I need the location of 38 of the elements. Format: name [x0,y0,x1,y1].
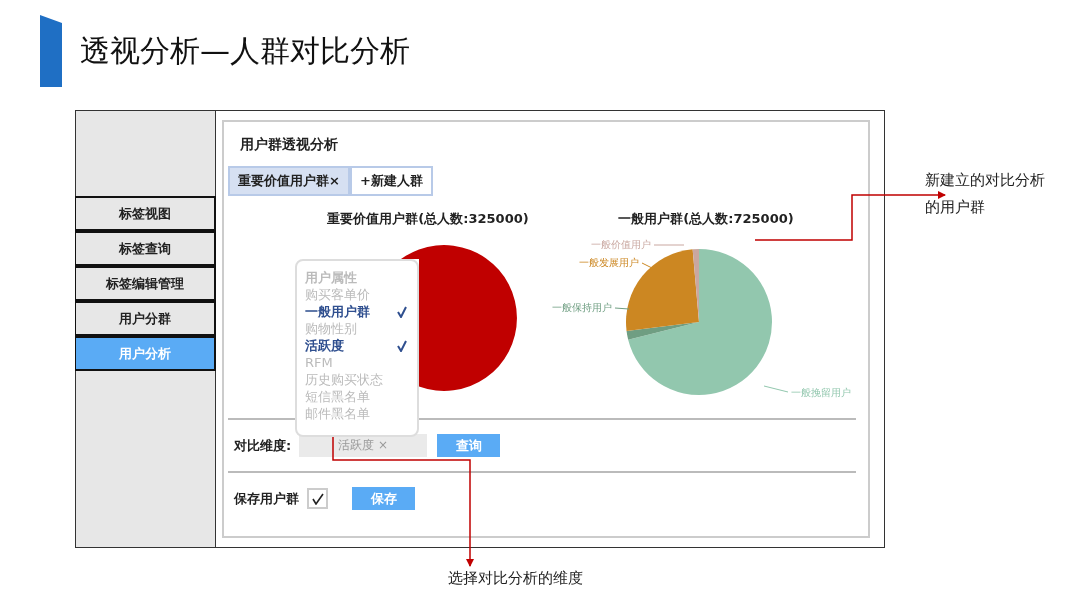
dropdown-option[interactable]: 一般用户群 [305,303,411,320]
leader-line [614,307,630,310]
dropdown-option[interactable]: 活跃度 [305,337,411,354]
dropdown-option[interactable]: 购买客单价 [305,286,411,303]
leader-line [653,244,685,246]
chart-title: 重要价值用户群(总人数:325000) [327,210,529,228]
check-icon [311,492,324,505]
callout-text: 新建立的对比分析的用户群 [925,170,1045,218]
pie-edge-drawing [401,249,419,259]
group-tab[interactable]: 重要价值用户群× [228,166,350,196]
dropdown-option[interactable]: 历史购买状态 [305,371,411,388]
check-icon [397,339,407,352]
save-button[interactable]: 保存 [352,487,415,510]
check-icon [397,305,407,318]
slice-label: 一般发展用户 [579,257,639,268]
sidebar-item[interactable]: 用户分群 [76,302,215,335]
callout-text: 选择对比分析的维度 [448,569,583,588]
sidebar-item[interactable]: 标签查询 [76,232,215,265]
sidebar-item[interactable]: 标签编辑管理 [76,267,215,300]
query-button[interactable]: 查询 [437,434,501,457]
chart-title: 一般用户群(总人数:725000) [618,210,794,228]
compare-label: 对比维度: [234,436,292,455]
sidebar-item[interactable]: 标签视图 [76,197,215,230]
leader-line [763,385,789,393]
dropdown-option[interactable]: 邮件黑名单 [305,405,411,422]
dropdown-option[interactable]: RFM [305,354,411,371]
sidebar-item[interactable]: 用户分析 [76,337,215,370]
dropdown-option[interactable]: 短信黑名单 [305,388,411,405]
title-accent-bar [40,15,62,87]
save-group-label: 保存用户群 [234,489,299,508]
group-tab[interactable]: +新建人群 [349,166,433,196]
dropdown-option[interactable]: 购物性别 [305,320,411,337]
panel-title: 用户群透视分析 [239,136,339,154]
slice-label: 一般保持用户 [552,302,612,313]
slide-title: 透视分析—人群对比分析 [80,31,410,70]
dropdown-header: 用户属性 [305,269,358,286]
slice-label: 一般挽留用户 [791,387,851,398]
save-checkbox[interactable] [307,488,328,509]
